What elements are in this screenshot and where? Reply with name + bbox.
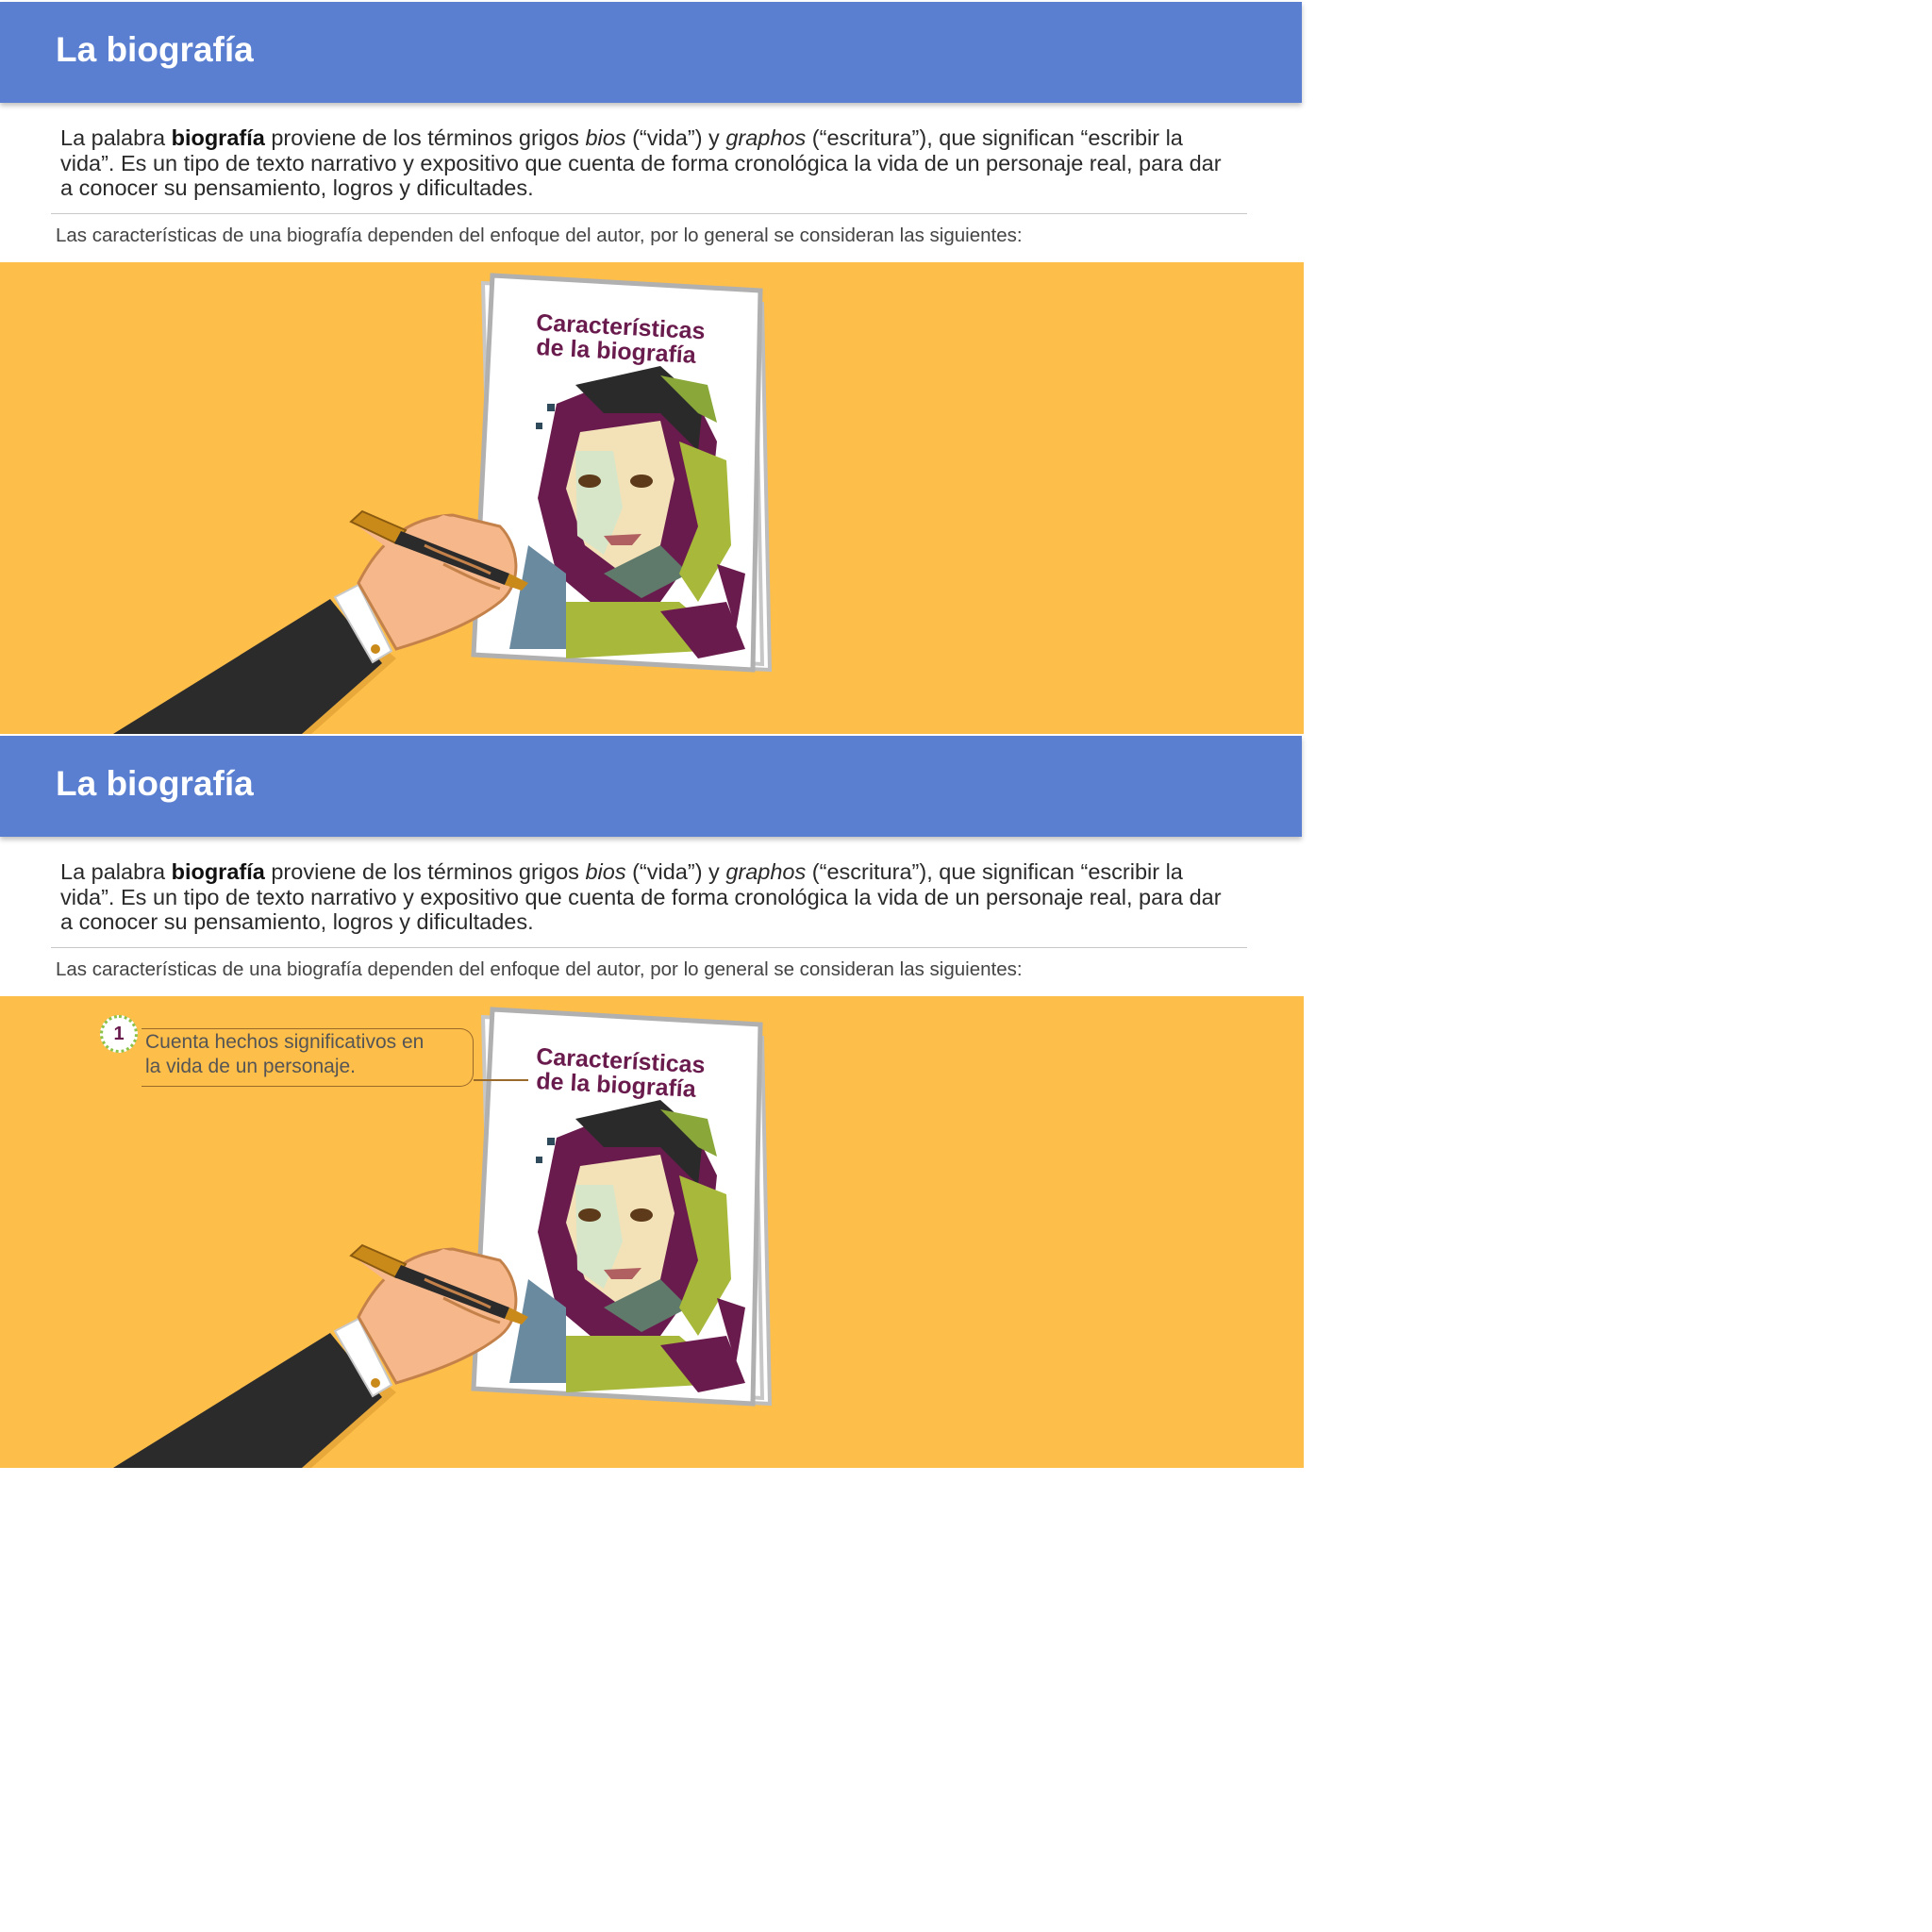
book-icon: Características de la biografía — [471, 273, 773, 673]
intro-italic-term: bios — [585, 859, 626, 884]
intro-bold-term: biografía — [171, 125, 265, 150]
intro-text: (“vida”) y — [625, 125, 726, 150]
illustration-band: Características de la biografía — [0, 262, 1304, 734]
hand-with-pen-icon — [113, 1243, 528, 1468]
hand-with-pen-icon — [113, 509, 528, 734]
divider — [51, 213, 1247, 214]
biography-book-illustration: Características de la biografía — [113, 273, 773, 734]
slide-header: La biografía — [0, 2, 1302, 103]
callout-text: Cuenta hechos significativos en la vida … — [145, 1031, 425, 1077]
illustration-band: Características de la biografía — [0, 996, 1304, 1468]
intro-italic-term: graphos — [725, 125, 807, 150]
slide-2: La biografía La palabra biografía provie… — [0, 734, 1304, 1468]
intro-italic-term: graphos — [725, 859, 807, 884]
intro-text: (“vida”) y — [625, 859, 726, 884]
intro-text: proviene de los términos grigos — [264, 125, 586, 150]
callout-1: 1 Cuenta hechos significativos en la vid… — [100, 1015, 528, 1091]
intro-text: La palabra — [60, 859, 172, 884]
slide-title: La biografía — [56, 764, 254, 803]
intro-text: proviene de los términos grigos — [264, 859, 586, 884]
slide-title: La biografía — [56, 30, 254, 69]
intro-italic-term: bios — [585, 125, 626, 150]
divider — [51, 947, 1247, 948]
intro-paragraph: La palabra biografía proviene de los tér… — [60, 859, 1240, 935]
callout-number-badge: 1 — [100, 1015, 138, 1053]
intro-text: La palabra — [60, 125, 172, 150]
slide-1: La biografía La palabra biografía provie… — [0, 0, 1304, 734]
callout-connector-tail — [474, 1079, 528, 1081]
intro-bold-term: biografía — [171, 859, 265, 884]
intro-paragraph: La palabra biografía proviene de los tér… — [60, 125, 1240, 201]
book-icon: Características de la biografía — [471, 1007, 773, 1407]
slide-header: La biografía — [0, 736, 1302, 837]
caption: Las características de una biografía dep… — [56, 225, 1023, 246]
caption: Las características de una biografía dep… — [56, 958, 1023, 980]
